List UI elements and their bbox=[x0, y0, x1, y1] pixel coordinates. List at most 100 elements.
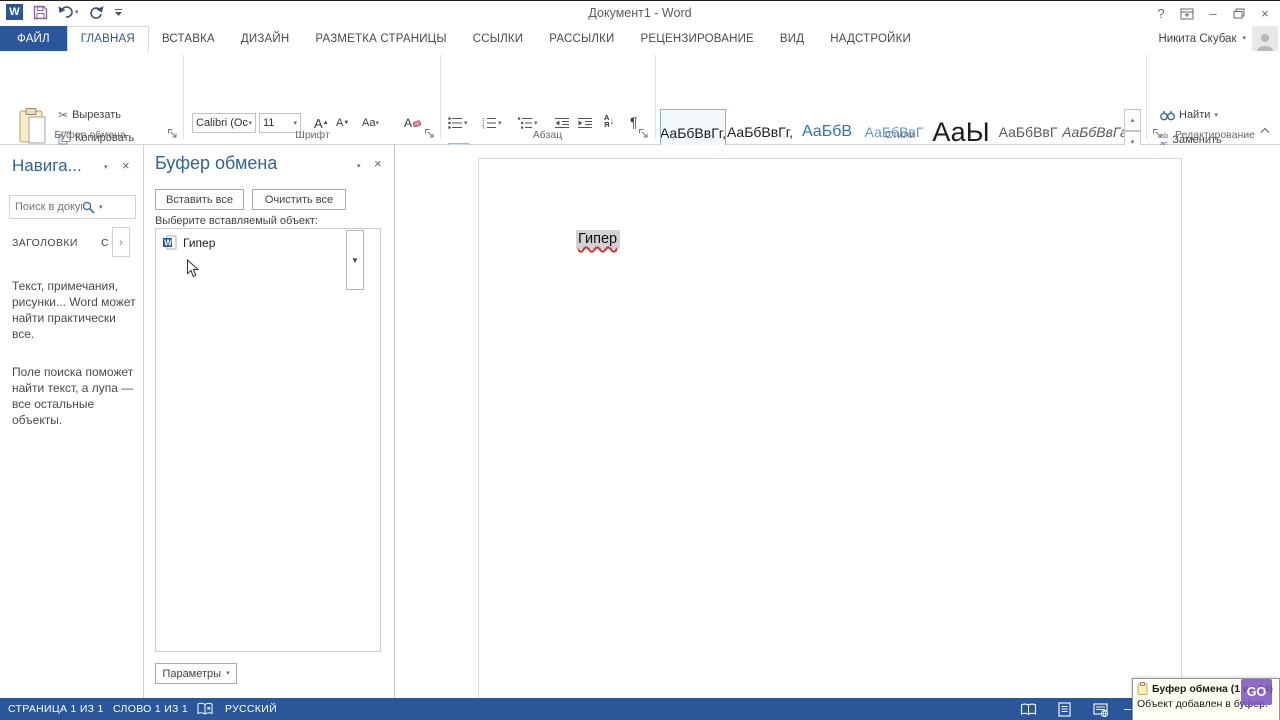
nav-tabs-overflow-button[interactable]: › bbox=[112, 227, 130, 257]
user-name: Никита Скубак bbox=[1158, 33, 1236, 45]
ribbon-tab-bar: ФАЙЛ ГЛАВНАЯ ВСТАВКА ДИЗАЙН РАЗМЕТКА СТР… bbox=[0, 26, 1280, 51]
user-dropdown-icon: ▾ bbox=[1242, 35, 1246, 42]
tab-view[interactable]: ВИД bbox=[767, 26, 817, 51]
find-button[interactable]: Найти▾ bbox=[1160, 109, 1218, 121]
decrease-indent-icon bbox=[555, 117, 569, 129]
font-family-dropdown-icon: ▾ bbox=[248, 120, 252, 127]
bullets-icon bbox=[448, 117, 462, 129]
tab-file[interactable]: ФАЙЛ bbox=[0, 26, 67, 51]
restore-button[interactable] bbox=[1226, 2, 1252, 25]
ribbon-display-options-icon bbox=[1180, 8, 1194, 20]
user-account[interactable]: Никита Скубак ▾ bbox=[1158, 26, 1280, 51]
minimize-button[interactable]: – bbox=[1200, 2, 1226, 25]
paragraph-group-label: Абзац bbox=[440, 129, 655, 141]
styles-scroll-up-button[interactable]: ▴ bbox=[1124, 109, 1141, 131]
nav-help-text-2: Поле поиска поможет найти текст, а лупа … bbox=[12, 364, 136, 428]
clipboard-item[interactable]: W Гипер bbox=[157, 231, 221, 254]
tab-page-layout[interactable]: РАЗМЕТКА СТРАНИЦЫ bbox=[302, 26, 459, 51]
group-separator bbox=[1146, 55, 1147, 139]
language-indicator[interactable]: РУССКИЙ bbox=[225, 703, 277, 715]
ribbon-display-options-button[interactable] bbox=[1174, 2, 1200, 25]
tab-design[interactable]: ДИЗАЙН bbox=[228, 26, 302, 51]
main-area: Навига... ▾ × ▾ ЗАГОЛОВКИ С › Текст, при… bbox=[0, 145, 1280, 698]
word-window: W ▾ Документ1 - Word ? – bbox=[0, 0, 1280, 720]
nav-tab-headings[interactable]: ЗАГОЛОВКИ bbox=[12, 237, 78, 249]
spellcheck-indicator[interactable] bbox=[197, 702, 213, 716]
sort-arrow-icon: ↓ bbox=[609, 116, 614, 127]
window-title: Документ1 - Word bbox=[0, 6, 1280, 20]
zoom-out-button[interactable]: – bbox=[1124, 701, 1132, 716]
eraser-icon bbox=[413, 119, 421, 127]
clipboard-dialog-launcher[interactable] bbox=[167, 128, 179, 140]
print-layout-icon bbox=[1058, 702, 1071, 717]
tab-review[interactable]: РЕЦЕНЗИРОВАНИЕ bbox=[628, 26, 767, 51]
paragraph-dialog-launcher[interactable] bbox=[638, 128, 650, 140]
navigation-pane-close-icon[interactable]: × bbox=[122, 158, 130, 173]
clipboard-list: W Гипер ▼ bbox=[155, 228, 381, 652]
document-text-selected[interactable]: Гипер bbox=[576, 230, 620, 249]
clipboard-pane-close-icon[interactable]: × bbox=[374, 156, 382, 171]
search-icon[interactable] bbox=[82, 201, 95, 214]
dialog-launcher-icon bbox=[167, 128, 178, 139]
close-button[interactable]: × bbox=[1252, 2, 1278, 25]
status-bar: СТРАНИЦА 1 ИЗ 1 СЛОВО 1 ИЗ 1 РУССКИЙ – bbox=[0, 698, 1280, 720]
read-mode-icon bbox=[1020, 703, 1037, 716]
clipboard-group-label: Буфер обмена bbox=[0, 129, 180, 141]
search-box[interactable]: ▾ bbox=[9, 195, 136, 219]
font-group-label: Шрифт bbox=[185, 129, 440, 141]
print-layout-button[interactable] bbox=[1054, 701, 1074, 718]
page-count-indicator[interactable]: СТРАНИЦА 1 ИЗ 1 bbox=[8, 703, 104, 715]
go-watermark: GO bbox=[1241, 679, 1272, 705]
group-separator bbox=[183, 55, 184, 139]
clipboard-pane: Буфер обмена ▾ × Вставить все Очистить в… bbox=[144, 145, 395, 698]
sort-button[interactable]: АЯ ↓ bbox=[604, 111, 614, 131]
restore-icon bbox=[1233, 8, 1245, 19]
cut-icon: ✂ bbox=[58, 108, 68, 122]
options-button[interactable]: Параметры▾ bbox=[155, 663, 237, 684]
font-dialog-launcher[interactable] bbox=[424, 128, 436, 140]
cut-button[interactable]: ✂ Вырезать bbox=[58, 108, 121, 122]
editing-group-label: Редактирование bbox=[1165, 129, 1265, 141]
navigation-pane: Навига... ▾ × ▾ ЗАГОЛОВКИ С › Текст, при… bbox=[0, 145, 144, 698]
multilevel-list-icon bbox=[518, 117, 532, 129]
navigation-pane-menu-icon[interactable]: ▾ bbox=[104, 164, 108, 171]
notification-clipboard-icon bbox=[1137, 682, 1148, 695]
font-size-dropdown-icon: ▾ bbox=[293, 120, 297, 127]
word-doc-icon: W bbox=[163, 235, 177, 250]
find-icon bbox=[1160, 109, 1175, 121]
search-input[interactable] bbox=[10, 201, 82, 213]
document-page[interactable]: Гипер bbox=[478, 158, 1182, 698]
nav-tab-pages[interactable]: С bbox=[101, 237, 109, 249]
avatar-person-icon bbox=[1255, 31, 1275, 51]
clipboard-pane-title: Буфер обмена bbox=[155, 153, 277, 174]
web-layout-button[interactable] bbox=[1090, 701, 1110, 718]
read-mode-button[interactable] bbox=[1018, 701, 1038, 718]
nav-help-text-1: Текст, примечания, рисунки... Word может… bbox=[12, 278, 136, 342]
help-button[interactable]: ? bbox=[1148, 2, 1174, 25]
tab-mailings[interactable]: РАССЫЛКИ bbox=[536, 26, 627, 51]
ribbon: Вставить ▾ ✂ Вырезать Копировать Формат … bbox=[0, 51, 1280, 145]
tab-addins[interactable]: НАДСТРОЙКИ bbox=[817, 26, 924, 51]
tab-insert[interactable]: ВСТАВКА bbox=[149, 26, 228, 51]
group-separator bbox=[655, 55, 656, 139]
clear-all-button[interactable]: Очистить все bbox=[252, 189, 346, 210]
paste-all-button[interactable]: Вставить все bbox=[155, 189, 244, 210]
tab-references[interactable]: ССЫЛКИ bbox=[460, 26, 537, 51]
mouse-cursor bbox=[186, 259, 199, 278]
document-area[interactable]: Гипер bbox=[395, 145, 1280, 698]
collapse-ribbon-button[interactable] bbox=[1260, 127, 1272, 139]
window-controls: ? – × bbox=[1148, 2, 1278, 25]
clipboard-prompt: Выберите вставляемый объект: bbox=[155, 215, 318, 227]
clipboard-item-dropdown[interactable]: ▼ bbox=[346, 230, 364, 290]
word-count-indicator[interactable]: СЛОВО 1 ИЗ 1 bbox=[113, 703, 188, 715]
tab-home[interactable]: ГЛАВНАЯ bbox=[67, 26, 149, 51]
clipboard-pane-menu-icon[interactable]: ▾ bbox=[357, 163, 361, 170]
web-layout-icon bbox=[1093, 703, 1108, 717]
collapse-ribbon-icon bbox=[1260, 127, 1270, 134]
user-avatar[interactable] bbox=[1252, 26, 1278, 51]
navigation-pane-title: Навига... bbox=[12, 156, 82, 176]
increase-indent-icon bbox=[578, 117, 592, 129]
search-options-dropdown-icon[interactable]: ▾ bbox=[95, 204, 107, 211]
title-bar: W ▾ Документ1 - Word ? – bbox=[0, 2, 1280, 26]
styles-group-label: Стили bbox=[655, 129, 1145, 141]
